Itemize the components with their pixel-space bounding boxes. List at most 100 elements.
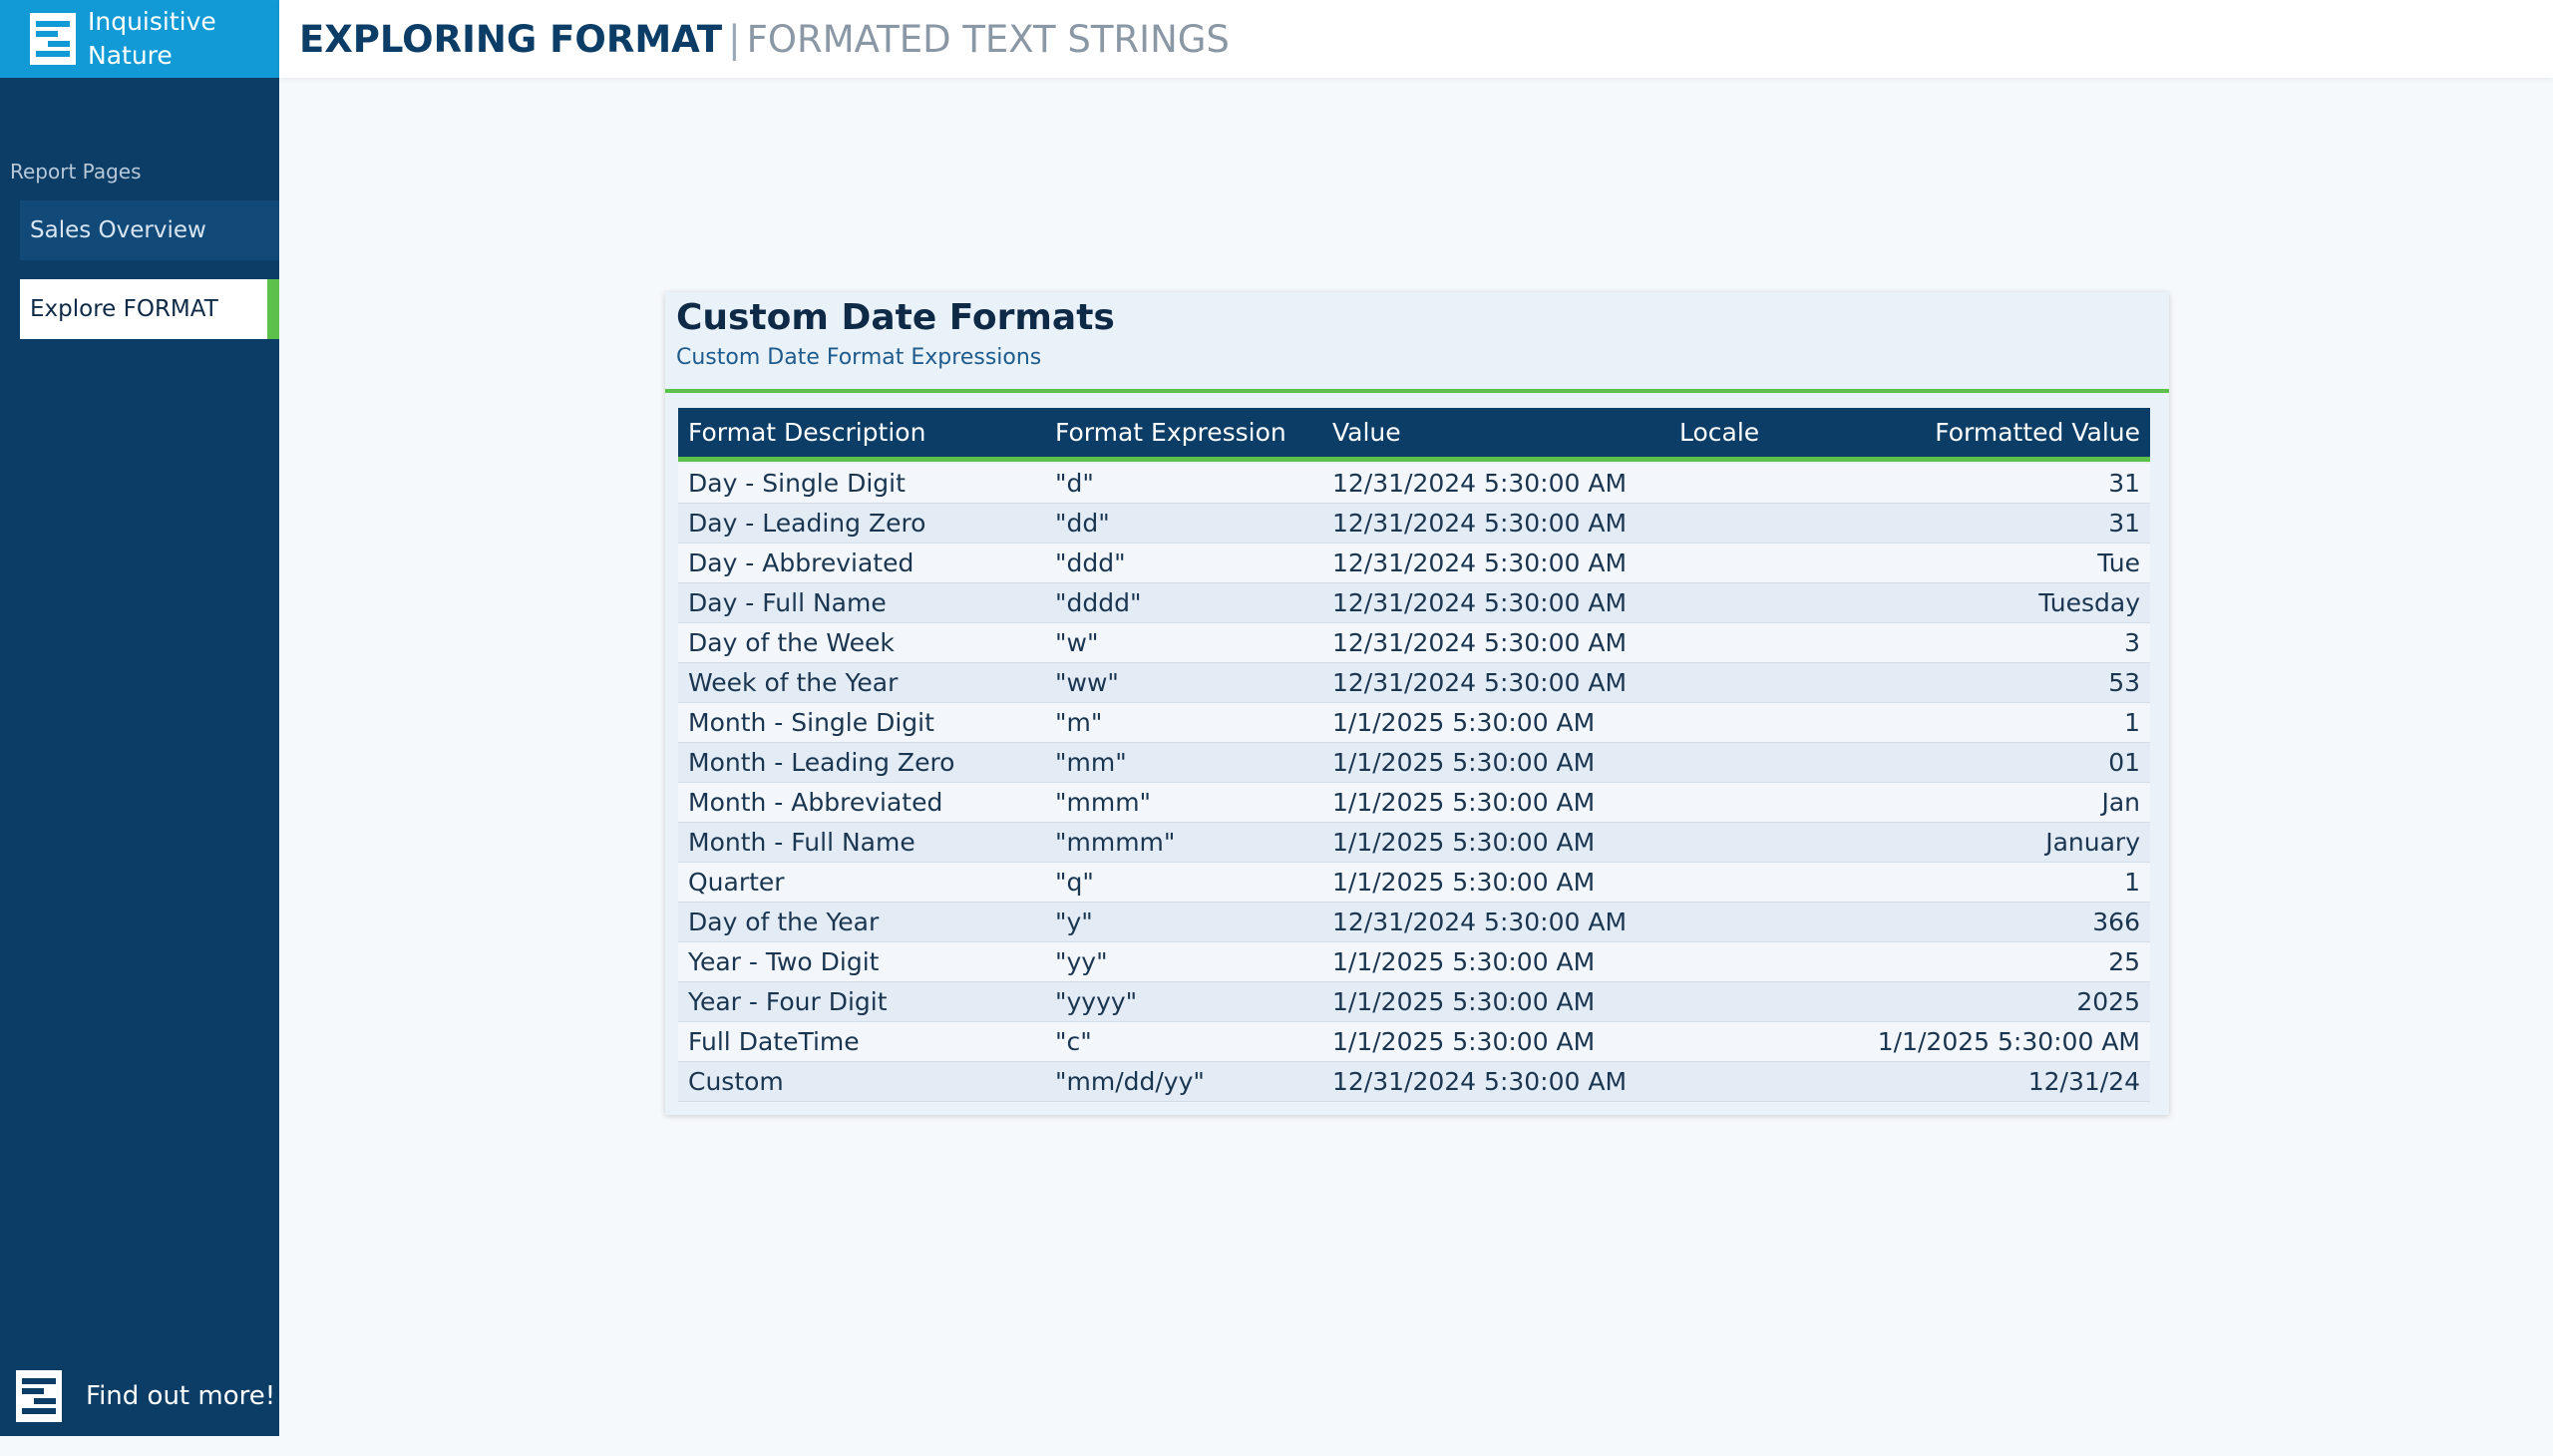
cell-format-expression: "c": [1055, 1027, 1092, 1056]
cell-format-description: Month - Single Digit: [688, 708, 934, 737]
cell-formatted-value: Jan: [2101, 788, 2140, 817]
cell-formatted-value: 366: [2092, 908, 2140, 936]
cell-format-description: Year - Four Digit: [688, 987, 888, 1016]
cell-value: 1/1/2025 5:30:00 AM: [1332, 868, 1596, 897]
cell-format-expression: "w": [1055, 628, 1099, 657]
cell-value: 12/31/2024 5:30:00 AM: [1332, 1067, 1628, 1096]
find-out-more-label: Find out more!: [86, 1381, 276, 1411]
inquisitive-nature-logo-icon: [16, 1370, 62, 1422]
find-out-more-link[interactable]: Find out more!: [0, 1356, 279, 1436]
cell-format-expression: "ww": [1055, 668, 1119, 697]
inquisitive-nature-logo-icon: [30, 13, 76, 65]
column-header-locale[interactable]: Locale: [1669, 418, 1869, 447]
cell-format-expression: "mmmm": [1055, 828, 1176, 857]
cell-formatted-value: 3: [2124, 628, 2140, 657]
cell-format-description: Custom: [688, 1067, 784, 1096]
cell-format-expression: "mmm": [1055, 788, 1152, 817]
cell-formatted-value: 1/1/2025 5:30:00 AM: [1877, 1027, 2140, 1056]
cell-value: 1/1/2025 5:30:00 AM: [1332, 828, 1596, 857]
cell-formatted-value: January: [2045, 828, 2140, 857]
cell-formatted-value: 01: [2108, 748, 2140, 777]
cell-format-description: Month - Leading Zero: [688, 748, 955, 777]
cell-value: 12/31/2024 5:30:00 AM: [1332, 509, 1628, 538]
table-row[interactable]: Month - Single Digit "m" 1/1/2025 5:30:00 …: [678, 703, 2150, 743]
table-row[interactable]: Month - Abbreviated "mmm" 1/1/2025 5:30:00…: [678, 783, 2150, 823]
sidebar: Inquisitive Nature Report Pages Sales Ov…: [0, 0, 279, 1436]
nav-item-label: Explore FORMAT: [30, 296, 218, 322]
cell-formatted-value: Tue: [2097, 548, 2140, 577]
table-row[interactable]: Month - Leading Zero "mm" 1/1/2025 5:30:00…: [678, 743, 2150, 783]
table-row[interactable]: Day of the Year "y" 12/31/2024 5:30:00 AM 3…: [678, 903, 2150, 942]
table-row[interactable]: Year - Two Digit "yy" 1/1/2025 5:30:00 AM 2…: [678, 942, 2150, 982]
table-row[interactable]: Quarter "q" 1/1/2025 5:30:00 AM 1: [678, 863, 2150, 903]
column-header-value[interactable]: Value: [1322, 418, 1669, 447]
cell-formatted-value: 31: [2108, 469, 2140, 498]
cell-format-description: Day of the Week: [688, 628, 895, 657]
cell-format-expression: "yy": [1055, 947, 1108, 976]
cell-formatted-value: Tuesday: [2038, 588, 2140, 617]
cell-format-expression: "m": [1055, 708, 1103, 737]
brand-banner[interactable]: Inquisitive Nature: [0, 0, 279, 78]
cell-value: 12/31/2024 5:30:00 AM: [1332, 668, 1628, 697]
cell-format-expression: "y": [1055, 908, 1093, 936]
table-row[interactable]: Day of the Week "w" 12/31/2024 5:30:00 AM 3: [678, 623, 2150, 663]
table-body: Day - Single Digit "d" 12/31/2024 5:30:00 …: [678, 462, 2150, 1102]
cell-format-expression: "ddd": [1055, 548, 1126, 577]
title-separator: |: [728, 17, 741, 61]
nav-item-label: Sales Overview: [30, 217, 206, 243]
table-row[interactable]: Custom "mm/dd/yy" 12/31/2024 5:30:00 AM 12/…: [678, 1062, 2150, 1102]
table-row[interactable]: Month - Full Name "mmmm" 1/1/2025 5:30:00 …: [678, 823, 2150, 863]
cell-value: 1/1/2025 5:30:00 AM: [1332, 708, 1596, 737]
cell-formatted-value: 1: [2124, 868, 2140, 897]
table-row[interactable]: Full DateTime "c" 1/1/2025 5:30:00 AM 1/1/2…: [678, 1022, 2150, 1062]
column-header-formatted-value[interactable]: Formatted Value: [1869, 418, 2150, 447]
cell-format-expression: "mm/dd/yy": [1055, 1067, 1205, 1096]
cell-format-expression: "dd": [1055, 509, 1110, 538]
table-header-row: Format Description Format Expression Val…: [678, 408, 2150, 462]
cell-format-expression: "dddd": [1055, 588, 1142, 617]
cell-formatted-value: 12/31/24: [2027, 1067, 2140, 1096]
cell-format-description: Year - Two Digit: [688, 947, 880, 976]
cell-format-description: Week of the Year: [688, 668, 899, 697]
cell-value: 1/1/2025 5:30:00 AM: [1332, 987, 1596, 1016]
cell-format-description: Day - Leading Zero: [688, 509, 926, 538]
table-row[interactable]: Day - Abbreviated "ddd" 12/31/2024 5:30:00…: [678, 544, 2150, 583]
cell-formatted-value: 1: [2124, 708, 2140, 737]
page-subtitle: FORMATED TEXT STRINGS: [746, 17, 1230, 61]
cell-format-description: Day - Abbreviated: [688, 548, 914, 577]
cell-format-description: Full DateTime: [688, 1027, 860, 1056]
cell-format-expression: "mm": [1055, 748, 1127, 777]
cell-value: 12/31/2024 5:30:00 AM: [1332, 588, 1628, 617]
card-divider: [665, 389, 2169, 393]
table-row[interactable]: Day - Single Digit "d" 12/31/2024 5:30:00 …: [678, 464, 2150, 504]
cell-format-description: Quarter: [688, 868, 785, 897]
table-row[interactable]: Week of the Year "ww" 12/31/2024 5:30:00 A…: [678, 663, 2150, 703]
card-title: Custom Date Formats: [676, 297, 1115, 338]
cell-format-description: Day - Full Name: [688, 588, 887, 617]
brand-name-line1: Inquisitive: [88, 7, 216, 36]
cell-format-expression: "d": [1055, 469, 1094, 498]
cell-formatted-value: 31: [2108, 509, 2140, 538]
card-subtitle: Custom Date Format Expressions: [676, 345, 1042, 370]
cell-value: 1/1/2025 5:30:00 AM: [1332, 1027, 1596, 1056]
column-header-format-expression[interactable]: Format Expression: [1045, 418, 1322, 447]
brand-name-line2: Nature: [88, 41, 173, 70]
cell-value: 12/31/2024 5:30:00 AM: [1332, 548, 1628, 577]
column-header-format-description[interactable]: Format Description: [678, 418, 1045, 447]
nav-item-sales-overview[interactable]: Sales Overview: [20, 200, 279, 260]
cell-format-expression: "q": [1055, 868, 1094, 897]
nav-item-explore-format[interactable]: Explore FORMAT: [20, 279, 279, 339]
table-row[interactable]: Day - Leading Zero "dd" 12/31/2024 5:30:00…: [678, 504, 2150, 544]
cell-value: 1/1/2025 5:30:00 AM: [1332, 947, 1596, 976]
cell-value: 12/31/2024 5:30:00 AM: [1332, 908, 1628, 936]
nav-heading: Report Pages: [10, 160, 142, 183]
table-row[interactable]: Year - Four Digit "yyyy" 1/1/2025 5:30:00 …: [678, 982, 2150, 1022]
page-title: EXPLORING FORMAT: [299, 17, 723, 61]
cell-formatted-value: 53: [2108, 668, 2140, 697]
cell-formatted-value: 2025: [2076, 987, 2140, 1016]
cell-value: 1/1/2025 5:30:00 AM: [1332, 788, 1596, 817]
table-row[interactable]: Day - Full Name "dddd" 12/31/2024 5:30:00 …: [678, 583, 2150, 623]
cell-value: 1/1/2025 5:30:00 AM: [1332, 748, 1596, 777]
cell-value: 12/31/2024 5:30:00 AM: [1332, 469, 1628, 498]
cell-format-description: Month - Full Name: [688, 828, 915, 857]
